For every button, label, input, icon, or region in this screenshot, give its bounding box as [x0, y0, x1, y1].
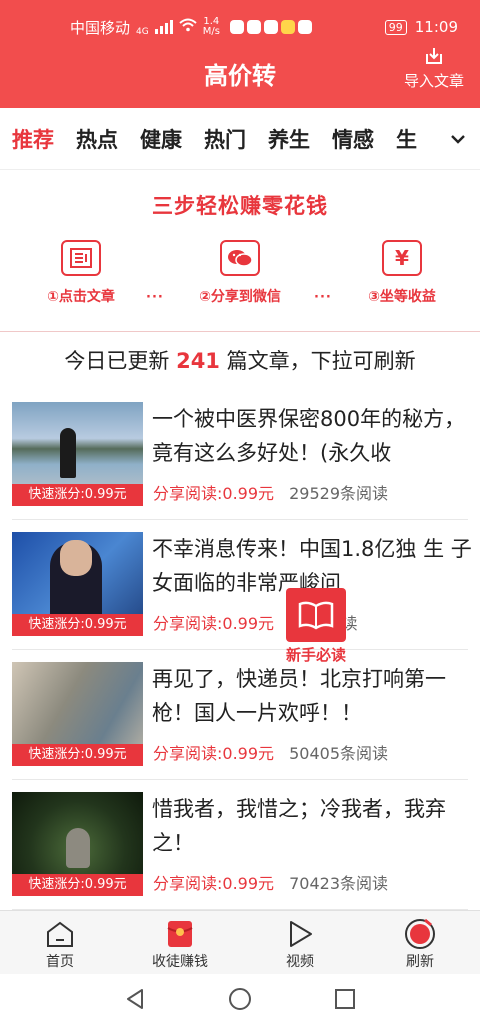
- article-title: 惜我者，我惜之；冷我者，我弃之！: [152, 797, 446, 855]
- step-label: ③坐等收益: [368, 289, 436, 305]
- promo-title: 三步轻松赚零花钱: [152, 194, 328, 218]
- tab-emotion[interactable]: 情感: [332, 124, 374, 154]
- person-figure: [60, 428, 76, 478]
- tab-hot[interactable]: 热点: [76, 124, 118, 154]
- article-price: 分享阅读:0.99元: [153, 614, 275, 633]
- nav-label: 刷新: [406, 954, 434, 970]
- status-time: 11:09: [414, 18, 458, 36]
- app-notification-icon: [229, 20, 244, 34]
- article-meta: 分享阅读:0.99元 29529条阅读: [153, 480, 388, 504]
- play-icon: [240, 917, 360, 951]
- home-circle-icon[interactable]: [228, 987, 252, 1015]
- wifi-icon: [179, 18, 197, 36]
- battery-indicator: 99: [384, 19, 407, 35]
- nav-video[interactable]: 视频: [240, 911, 360, 974]
- update-prefix: 今日已更新: [64, 349, 170, 373]
- anchor-face: [60, 540, 92, 576]
- article-icon: [61, 240, 101, 276]
- tab-life[interactable]: 生: [396, 124, 417, 154]
- step-separator: ···: [314, 290, 332, 305]
- nav-label: 视频: [286, 954, 314, 970]
- article-tag: 快速涨分:0.99元: [12, 744, 143, 766]
- category-tabs: 推荐 热点 健康 热门 养生 情感 生: [0, 108, 480, 170]
- nav-label: 收徒赚钱: [152, 954, 208, 970]
- network-label: 4G: [136, 26, 149, 37]
- nav-refresh[interactable]: 刷新: [360, 911, 480, 974]
- update-banner: 今日已更新 241 篇文章，下拉可刷新: [0, 332, 480, 390]
- app-notification-icon: [246, 20, 261, 34]
- article-reads: 70423条阅读: [289, 874, 389, 893]
- step-share-wechat[interactable]: ②分享到微信: [170, 240, 310, 306]
- article-thumbnail: 快速涨分:0.99元: [12, 402, 143, 506]
- app-notification-icon: [280, 20, 295, 34]
- newbie-label: 新手必读: [285, 646, 346, 664]
- red-envelope-icon: [120, 917, 240, 951]
- list-item[interactable]: 快速涨分:0.99元 不幸消息传来！中国1.8亿独 生 子 女面临的非常严峻问 …: [12, 520, 472, 650]
- book-icon: [286, 588, 346, 642]
- tab-recommend[interactable]: 推荐: [0, 124, 66, 169]
- step-click-article[interactable]: ①点击文章: [11, 240, 151, 306]
- step-separator: ···: [146, 290, 164, 305]
- promo-steps: ①点击文章 ··· ②分享到微信 ··· ¥ ③坐等收益: [0, 240, 480, 320]
- import-label: 导入文章: [403, 72, 464, 90]
- article-tag: 快速涨分:0.99元: [12, 614, 143, 636]
- list-item[interactable]: 快速涨分:0.99元 惜我者，我惜之；冷我者，我弃之！ 分享阅读:0.99元 7…: [12, 780, 468, 910]
- tab-popular[interactable]: 热门: [204, 124, 246, 154]
- home-icon: [0, 917, 120, 951]
- nav-recruit[interactable]: 收徒赚钱: [120, 911, 240, 974]
- article-price: 分享阅读:0.99元: [153, 874, 275, 893]
- article-thumbnail: 快速涨分:0.99元: [12, 662, 143, 766]
- title-bar: 高价转 导入文章: [0, 48, 480, 108]
- article-tag: 快速涨分:0.99元: [12, 484, 143, 506]
- import-icon: [400, 46, 468, 66]
- nav-label: 首页: [46, 954, 74, 970]
- chevron-down-icon: [450, 129, 466, 148]
- recents-icon[interactable]: [334, 988, 356, 1014]
- article-meta: 分享阅读:0.99元 70423条阅读: [153, 870, 388, 894]
- update-count: 241: [176, 349, 220, 373]
- bottom-nav: 首页 收徒赚钱 视频 刷新: [0, 910, 480, 974]
- article-thumbnail: 快速涨分:0.99元: [12, 532, 143, 636]
- step-earn[interactable]: ¥ ③坐等收益: [332, 240, 472, 306]
- list-item[interactable]: 快速涨分:0.99元 一个被中医界保密800年的秘方，竟有这么多好处！(永久收 …: [12, 390, 468, 520]
- tab-wellness[interactable]: 养生: [268, 124, 310, 154]
- figurine: [66, 828, 90, 868]
- step-label: ①点击文章: [47, 289, 115, 305]
- article-title: 一个被中医界保密800年的秘方，竟有这么多好处！(永久收: [152, 407, 466, 465]
- step-label: ②分享到微信: [199, 289, 281, 305]
- signal-icon: [154, 20, 173, 34]
- list-item[interactable]: 快速涨分:0.99元 再见了，快递员！北京打响第一枪！国人一片欢呼！！ 分享阅读…: [12, 650, 468, 780]
- article-tag: 快速涨分:0.99元: [12, 874, 143, 896]
- promo-banner: 三步轻松赚零花钱 ①点击文章 ··· ②分享到微信 ··· ¥ ③坐等收益: [0, 170, 480, 332]
- app-notification-icon: [263, 20, 278, 34]
- tabs-expand-button[interactable]: [436, 108, 480, 168]
- update-suffix: 篇文章，下拉可刷新: [226, 349, 416, 373]
- refresh-icon: [360, 917, 480, 951]
- back-icon[interactable]: [124, 988, 146, 1014]
- nav-home[interactable]: 首页: [0, 911, 120, 974]
- article-title: 再见了，快递员！北京打响第一枪！国人一片欢呼！！: [152, 667, 446, 725]
- article-price: 分享阅读:0.99元: [153, 484, 275, 503]
- wechat-icon: [220, 240, 260, 276]
- article-meta: 分享阅读:0.99元 50405条阅读: [153, 740, 388, 764]
- speed-indicator: 1.4 M/s: [202, 16, 220, 37]
- article-price: 分享阅读:0.99元: [153, 744, 275, 763]
- import-article-button[interactable]: 导入文章: [400, 46, 468, 91]
- article-reads: 50405条阅读: [289, 744, 389, 763]
- notification-icons: [229, 20, 312, 34]
- app-notification-icon: [297, 20, 312, 34]
- article-list: 快速涨分:0.99元 一个被中医界保密800年的秘方，竟有这么多好处！(永久收 …: [0, 390, 480, 910]
- system-nav: [0, 974, 480, 1027]
- yuan-icon: ¥: [382, 240, 422, 276]
- top-bar: 中国移动 4G 1.4 M/s 99 11:09 高价转 导入文章: [0, 0, 480, 108]
- article-thumbnail: 快速涨分:0.99元: [12, 792, 143, 896]
- carrier-label: 中国移动: [70, 18, 131, 37]
- newbie-guide-button[interactable]: 新手必读: [280, 588, 352, 665]
- article-reads: 29529条阅读: [289, 484, 389, 503]
- tab-health[interactable]: 健康: [140, 124, 182, 154]
